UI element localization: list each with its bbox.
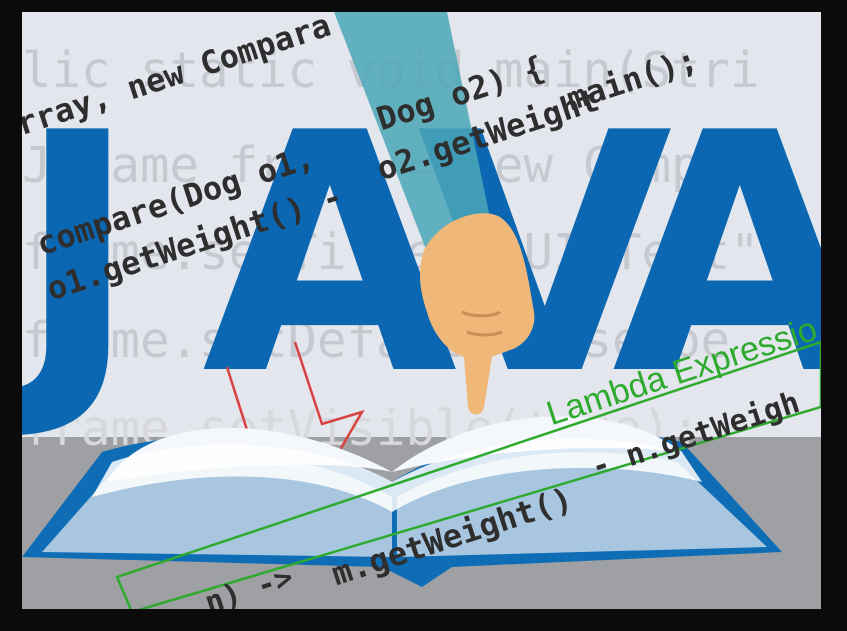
pointing-hand-icon — [420, 213, 535, 415]
illustration-frame: lic static void main(Stri JFrame frame =… — [22, 12, 821, 609]
